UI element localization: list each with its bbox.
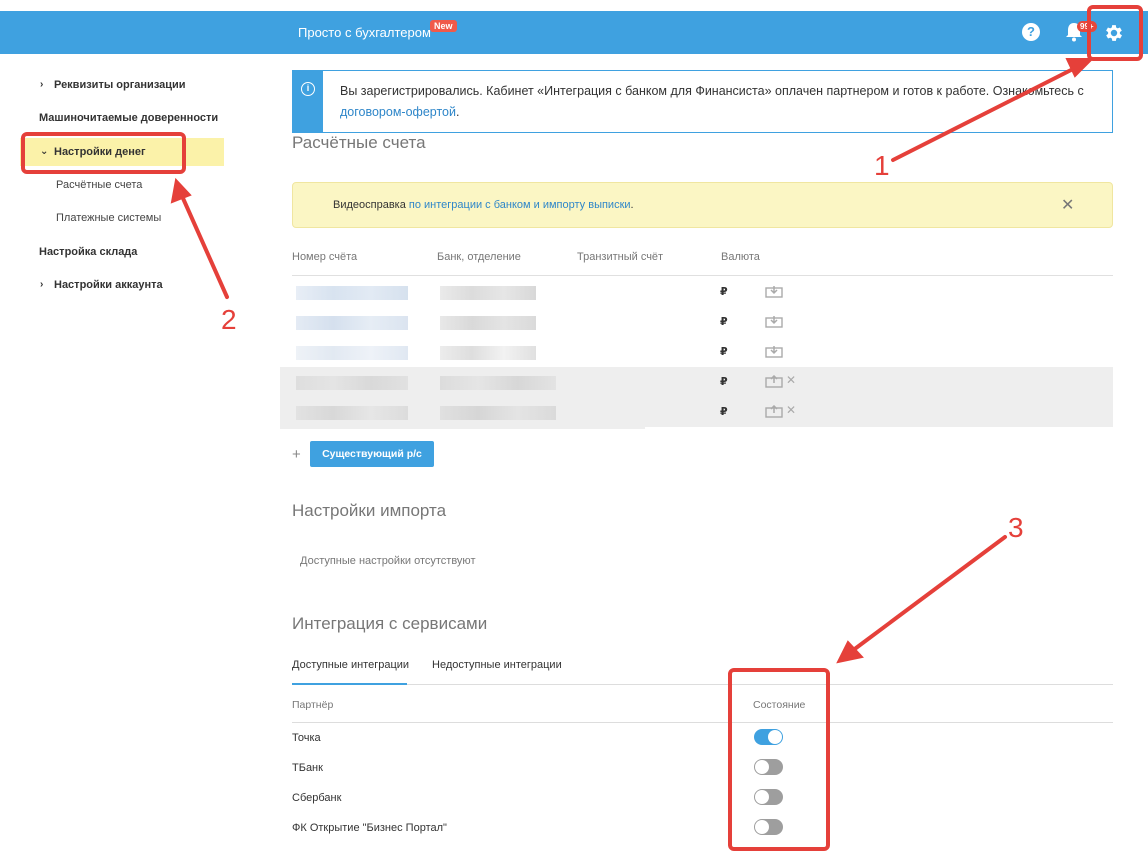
- video-help-link[interactable]: по интеграции с банком и импорту выписки: [409, 199, 631, 211]
- video-help-suffix: .: [630, 199, 634, 211]
- delete-icon[interactable]: ✕: [786, 403, 796, 417]
- col-transit: Транзитный счёт: [577, 251, 664, 263]
- redacted-account: [296, 316, 408, 330]
- annotation-box-toggles: [728, 668, 830, 851]
- video-help-bar: Видеосправка по интеграции с банком и им…: [292, 182, 1113, 228]
- offer-link[interactable]: договором-офертой: [340, 105, 456, 119]
- partners-divider: [292, 722, 1113, 723]
- partner-name: Сбербанк: [292, 792, 342, 804]
- tab-unavailable[interactable]: Недоступные интеграции: [432, 659, 562, 671]
- sidebar-item-label: Настройка склада: [39, 246, 138, 258]
- redacted-bank: [440, 406, 556, 420]
- import-empty-text: Доступные настройки отсутствуют: [300, 555, 476, 567]
- integrations-title: Интеграция с сервисами: [292, 614, 488, 633]
- download-icon[interactable]: [765, 345, 783, 358]
- redacted-account: [296, 406, 408, 420]
- sidebar-item-label: Расчётные счета: [56, 179, 143, 191]
- delete-icon[interactable]: ✕: [786, 373, 796, 387]
- annotation-arrow-3: [850, 535, 1007, 653]
- redacted-bank: [440, 286, 536, 300]
- info-banner-stripe: i: [293, 71, 323, 132]
- info-message: Вы зарегистрировались. Кабинет «Интеграц…: [340, 84, 1084, 98]
- annotation-label-3: 3: [1008, 512, 1024, 543]
- info-tail: .: [455, 105, 460, 119]
- new-badge: New: [430, 20, 457, 32]
- currency-value: ₽: [720, 316, 728, 328]
- annotation-label-1: 1: [874, 150, 890, 181]
- sidebar-item-requisites[interactable]: › Реквизиты организации: [20, 71, 224, 99]
- redacted-account: [296, 346, 408, 360]
- col-account-number: Номер счёта: [292, 251, 358, 263]
- import-title: Настройки импорта: [292, 501, 447, 520]
- col-partner: Партнёр: [292, 699, 334, 711]
- info-banner: i Вы зарегистрировались. Кабинет «Интегр…: [292, 70, 1113, 133]
- col-currency: Валюта: [721, 251, 760, 263]
- chevron-right-icon: ›: [40, 279, 44, 290]
- download-icon[interactable]: [765, 285, 783, 298]
- redacted-bank: [440, 316, 536, 330]
- sidebar-item-label: Машиночитаемые доверенности: [39, 112, 219, 124]
- sidebar-item-accounts[interactable]: Расчётные счета: [20, 171, 224, 199]
- info-text: Вы зарегистрировались. Кабинет «Интеграц…: [340, 81, 1100, 123]
- col-bank: Банк, отделение: [437, 251, 521, 263]
- currency-value: ₽: [720, 376, 728, 388]
- brand-title[interactable]: Просто с бухгалтером: [298, 25, 431, 40]
- annotation-label-2: 2: [221, 304, 237, 335]
- sidebar-item-warehouse[interactable]: Настройка склада: [20, 238, 224, 266]
- partner-name: ТБанк: [292, 762, 323, 774]
- info-icon: i: [301, 82, 315, 96]
- sidebar-item-account-settings[interactable]: › Настройки аккаунта: [20, 271, 224, 299]
- partner-name: ФК Открытие "Бизнес Портал": [292, 822, 447, 834]
- redacted-bank: [440, 376, 556, 390]
- annotation-arrowhead-3: [836, 640, 864, 664]
- sidebar-item-label: Настройки аккаунта: [54, 279, 163, 291]
- accounts-title: Расчётные счета: [292, 133, 426, 152]
- tabs-divider: [292, 684, 1113, 685]
- annotation-box-gear: [1087, 5, 1143, 61]
- sidebar-item-label: Реквизиты организации: [54, 79, 186, 91]
- currency-value: ₽: [720, 406, 728, 418]
- video-help-prefix: Видеосправка: [333, 199, 409, 211]
- chevron-right-icon: ›: [40, 79, 44, 90]
- active-tab-indicator: [292, 683, 407, 685]
- redacted-bank: [440, 346, 536, 360]
- redacted-strip: [280, 427, 645, 429]
- redacted-account: [296, 376, 408, 390]
- table-divider: [292, 275, 1113, 276]
- sidebar-item-label: Платежные системы: [56, 212, 162, 224]
- close-icon[interactable]: ✕: [1061, 195, 1074, 215]
- upload-icon[interactable]: [765, 375, 783, 388]
- partner-name: Точка: [292, 732, 321, 744]
- currency-value: ₽: [720, 286, 728, 298]
- top-bar: Просто с бухгалтером New ? 99+: [0, 11, 1148, 54]
- video-help-text: Видеосправка по интеграции с банком и им…: [333, 199, 634, 211]
- redacted-account: [296, 286, 408, 300]
- table-row: ₽: [280, 337, 1113, 367]
- download-icon[interactable]: [765, 315, 783, 328]
- tab-available[interactable]: Доступные интеграции: [292, 659, 409, 671]
- annotation-box-money-settings: [21, 132, 186, 174]
- help-icon[interactable]: ?: [1022, 23, 1040, 41]
- plus-icon[interactable]: +: [292, 446, 301, 463]
- currency-value: ₽: [720, 346, 728, 358]
- upload-icon[interactable]: [765, 405, 783, 418]
- table-row: ₽ ✕: [280, 367, 1113, 397]
- sidebar-item-payment-systems[interactable]: Платежные системы: [20, 204, 224, 232]
- sidebar-item-power-of-attorney[interactable]: Машиночитаемые доверенности: [20, 104, 224, 132]
- table-row: ₽: [280, 277, 1113, 307]
- table-row: ₽: [280, 307, 1113, 337]
- add-existing-account-button[interactable]: Существующий р/с: [310, 441, 434, 467]
- table-row: ₽ ✕: [280, 397, 1113, 427]
